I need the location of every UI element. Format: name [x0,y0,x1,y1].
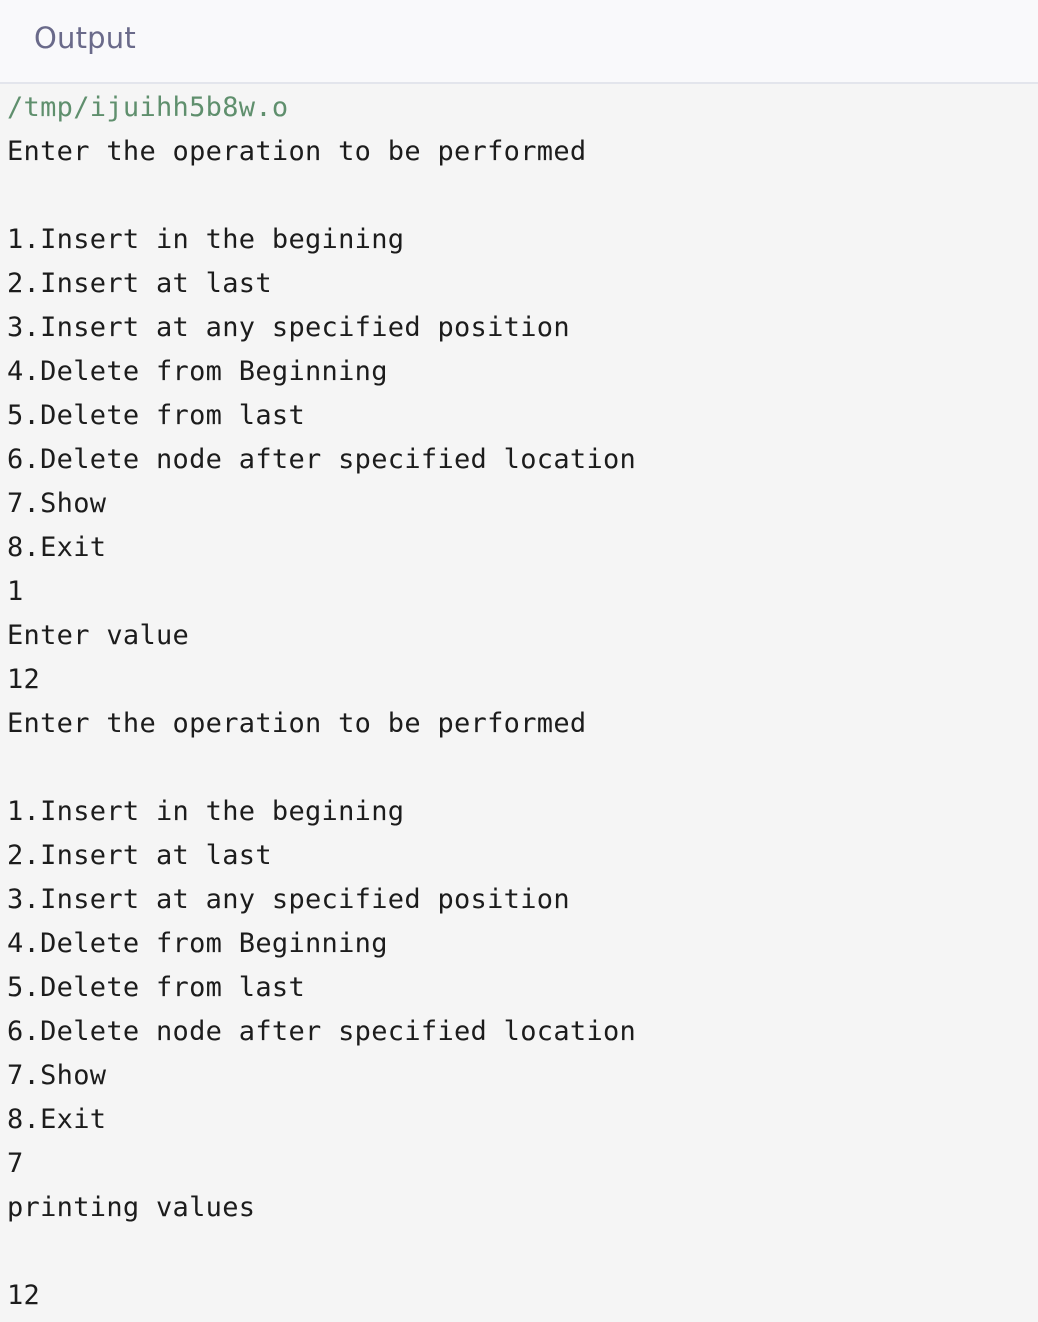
console-path-line: /tmp/ijuihh5b8w.o [7,92,289,123]
console-line: 5.Delete from last [7,400,305,431]
console-line: 12 [7,664,41,695]
console-line: 6.Delete node after specified location [7,1016,637,1047]
console-line: Enter the operation to be performed [7,708,587,739]
console-line: 4.Delete from Beginning [7,356,388,387]
console-line: 12 [7,1280,41,1311]
console-line: 3.Insert at any specified position [7,312,570,343]
console-line: 8.Exit [7,1104,107,1135]
console-line: 1.Insert in the begining [7,224,405,255]
console-line: 8.Exit [7,532,107,563]
console-output: /tmp/ijuihh5b8w.o Enter the operation to… [0,86,1038,1322]
console-line: 5.Delete from last [7,972,305,1003]
console-line: 1 [7,576,24,607]
panel-title: Output [34,21,136,55]
console-line: 7 [7,1148,24,1179]
output-panel-header: Output [0,0,1038,84]
console-line: Enter value [7,620,190,651]
console-line: 7.Show [7,1060,107,1091]
console-line: 2.Insert at last [7,268,272,299]
console-line: 2.Insert at last [7,840,272,871]
console-line: 7.Show [7,488,107,519]
console-line: Enter the operation to be performed [7,136,587,167]
console-line: 4.Delete from Beginning [7,928,388,959]
console-line: printing values [7,1192,256,1223]
console-line: 6.Delete node after specified location [7,444,637,475]
console-line: 3.Insert at any specified position [7,884,570,915]
console-line: 1.Insert in the begining [7,796,405,827]
